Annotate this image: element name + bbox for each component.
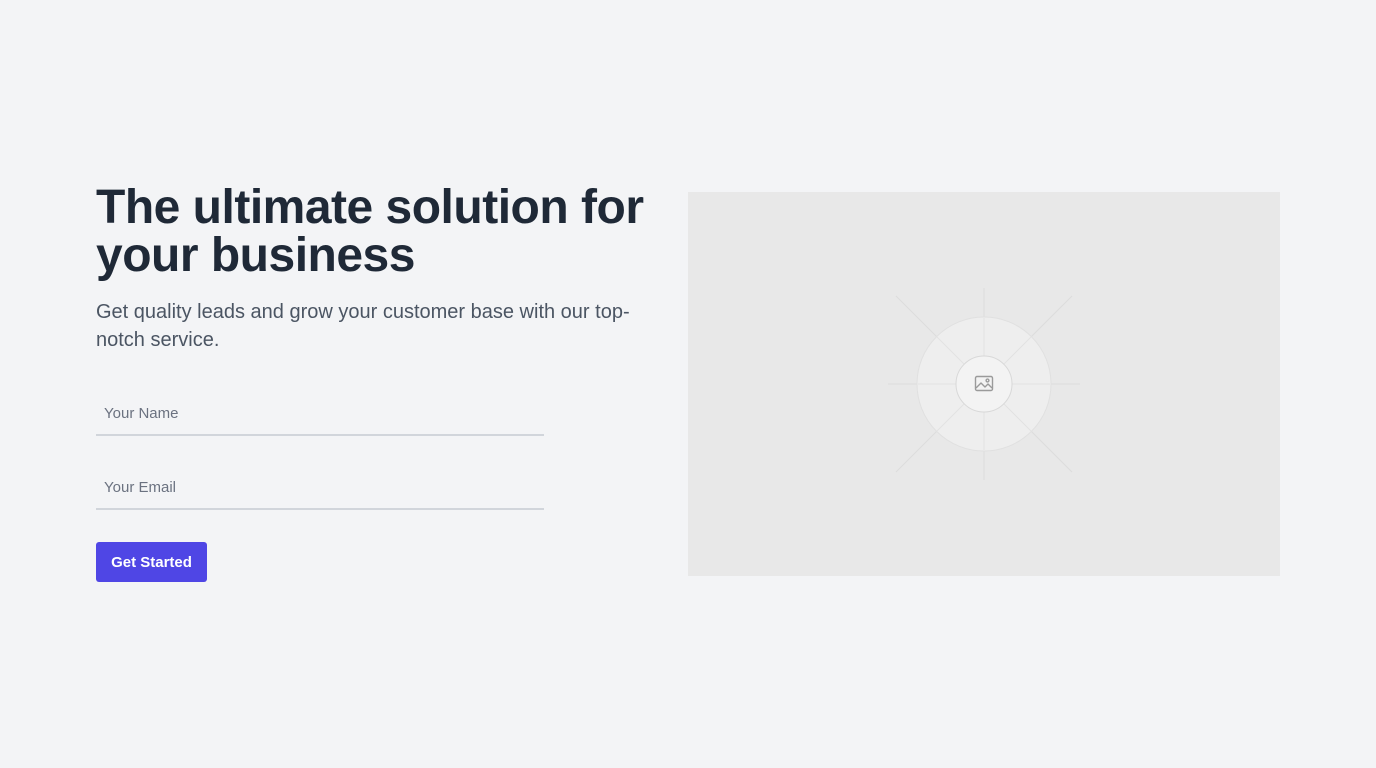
- hero-section: The ultimate solution for your business …: [96, 184, 1280, 584]
- image-placeholder-graphic: [888, 288, 1080, 480]
- placeholder-inner-circle: [955, 355, 1013, 413]
- title-line-1: The ultimate solution for: [96, 181, 644, 234]
- hero-image-placeholder: [688, 192, 1280, 576]
- hero-content: The ultimate solution for your business …: [96, 184, 676, 354]
- get-started-button[interactable]: Get Started: [96, 542, 207, 582]
- name-input[interactable]: [96, 392, 544, 436]
- hero-subtitle: Get quality leads and grow your customer…: [96, 301, 630, 351]
- email-input[interactable]: [96, 466, 544, 510]
- page-title: The ultimate solution for your business: [96, 184, 676, 280]
- title-line-2: your business: [96, 229, 415, 282]
